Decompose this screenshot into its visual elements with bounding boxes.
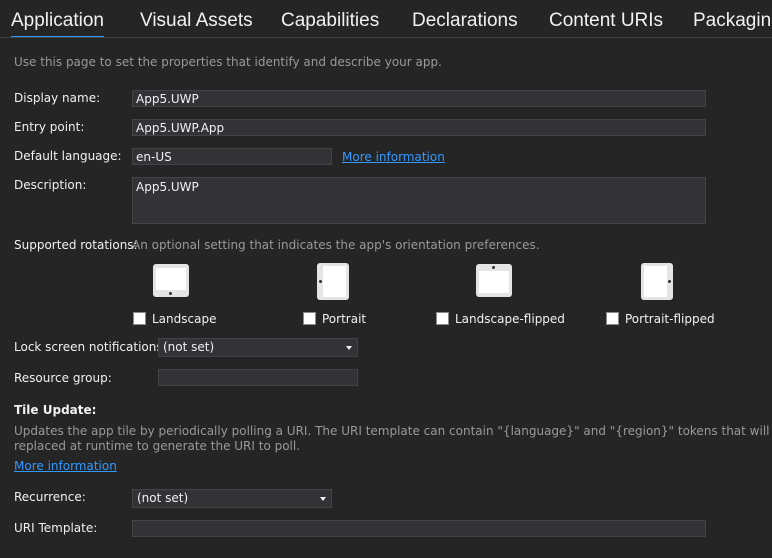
tile-update-more-information-link[interactable]: More information bbox=[14, 458, 117, 474]
description-textarea[interactable]: App5.UWP bbox=[132, 177, 706, 224]
language-more-information-link[interactable]: More information bbox=[342, 149, 445, 165]
tab-content-uris[interactable]: Content URIs bbox=[549, 9, 663, 33]
recurrence-label: Recurrence: bbox=[14, 490, 86, 504]
recurrence-value: (not set) bbox=[137, 491, 189, 505]
lock-screen-notifications-label: Lock screen notifications: bbox=[14, 340, 167, 354]
portrait-flipped-label: Portrait-flipped bbox=[625, 312, 715, 326]
display-name-input[interactable]: App5.UWP bbox=[132, 90, 706, 107]
tab-packaging[interactable]: Packaging bbox=[693, 9, 772, 33]
resource-group-input[interactable] bbox=[158, 369, 358, 386]
uri-template-input[interactable] bbox=[132, 520, 706, 537]
default-language-label: Default language: bbox=[14, 149, 122, 163]
lock-screen-notifications-select[interactable]: (not set) bbox=[158, 338, 358, 357]
landscape-flipped-label: Landscape-flipped bbox=[455, 312, 565, 326]
landscape-flipped-checkbox[interactable] bbox=[436, 312, 449, 325]
recurrence-select[interactable]: (not set) bbox=[132, 489, 332, 508]
portrait-device-icon bbox=[317, 263, 349, 300]
intro-text: Use this page to set the properties that… bbox=[14, 55, 442, 69]
entry-point-label: Entry point: bbox=[14, 120, 85, 134]
tile-update-description-line2: replaced at runtime to generate the URI … bbox=[14, 439, 301, 453]
tab-application[interactable]: Application bbox=[11, 9, 104, 37]
display-name-label: Display name: bbox=[14, 91, 101, 105]
entry-point-input[interactable]: App5.UWP.App bbox=[132, 119, 706, 136]
landscape-checkbox[interactable] bbox=[133, 312, 146, 325]
uri-template-label: URI Template: bbox=[14, 521, 98, 535]
tab-strip: Application Visual Assets Capabilities D… bbox=[0, 0, 772, 38]
portrait-checkbox[interactable] bbox=[303, 312, 316, 325]
supported-rotations-hint: An optional setting that indicates the a… bbox=[132, 238, 540, 252]
portrait-flipped-checkbox[interactable] bbox=[606, 312, 619, 325]
supported-rotations-label: Supported rotations: bbox=[14, 238, 138, 252]
landscape-flipped-device-icon bbox=[476, 264, 512, 297]
tile-update-heading: Tile Update: bbox=[14, 403, 97, 417]
tab-capabilities[interactable]: Capabilities bbox=[281, 9, 379, 33]
portrait-label: Portrait bbox=[322, 312, 367, 326]
resource-group-label: Resource group: bbox=[14, 371, 112, 385]
default-language-input[interactable]: en-US bbox=[132, 148, 332, 165]
tab-declarations[interactable]: Declarations bbox=[412, 9, 518, 33]
tab-visual-assets[interactable]: Visual Assets bbox=[140, 9, 253, 33]
landscape-label: Landscape bbox=[152, 312, 217, 326]
lock-screen-notifications-value: (not set) bbox=[163, 340, 215, 354]
landscape-device-icon bbox=[153, 264, 189, 297]
tile-update-description-line1: Updates the app tile by periodically pol… bbox=[14, 424, 772, 438]
chevron-down-icon bbox=[320, 497, 326, 501]
portrait-flipped-device-icon bbox=[641, 263, 673, 300]
description-label: Description: bbox=[14, 178, 87, 192]
chevron-down-icon bbox=[346, 346, 352, 350]
